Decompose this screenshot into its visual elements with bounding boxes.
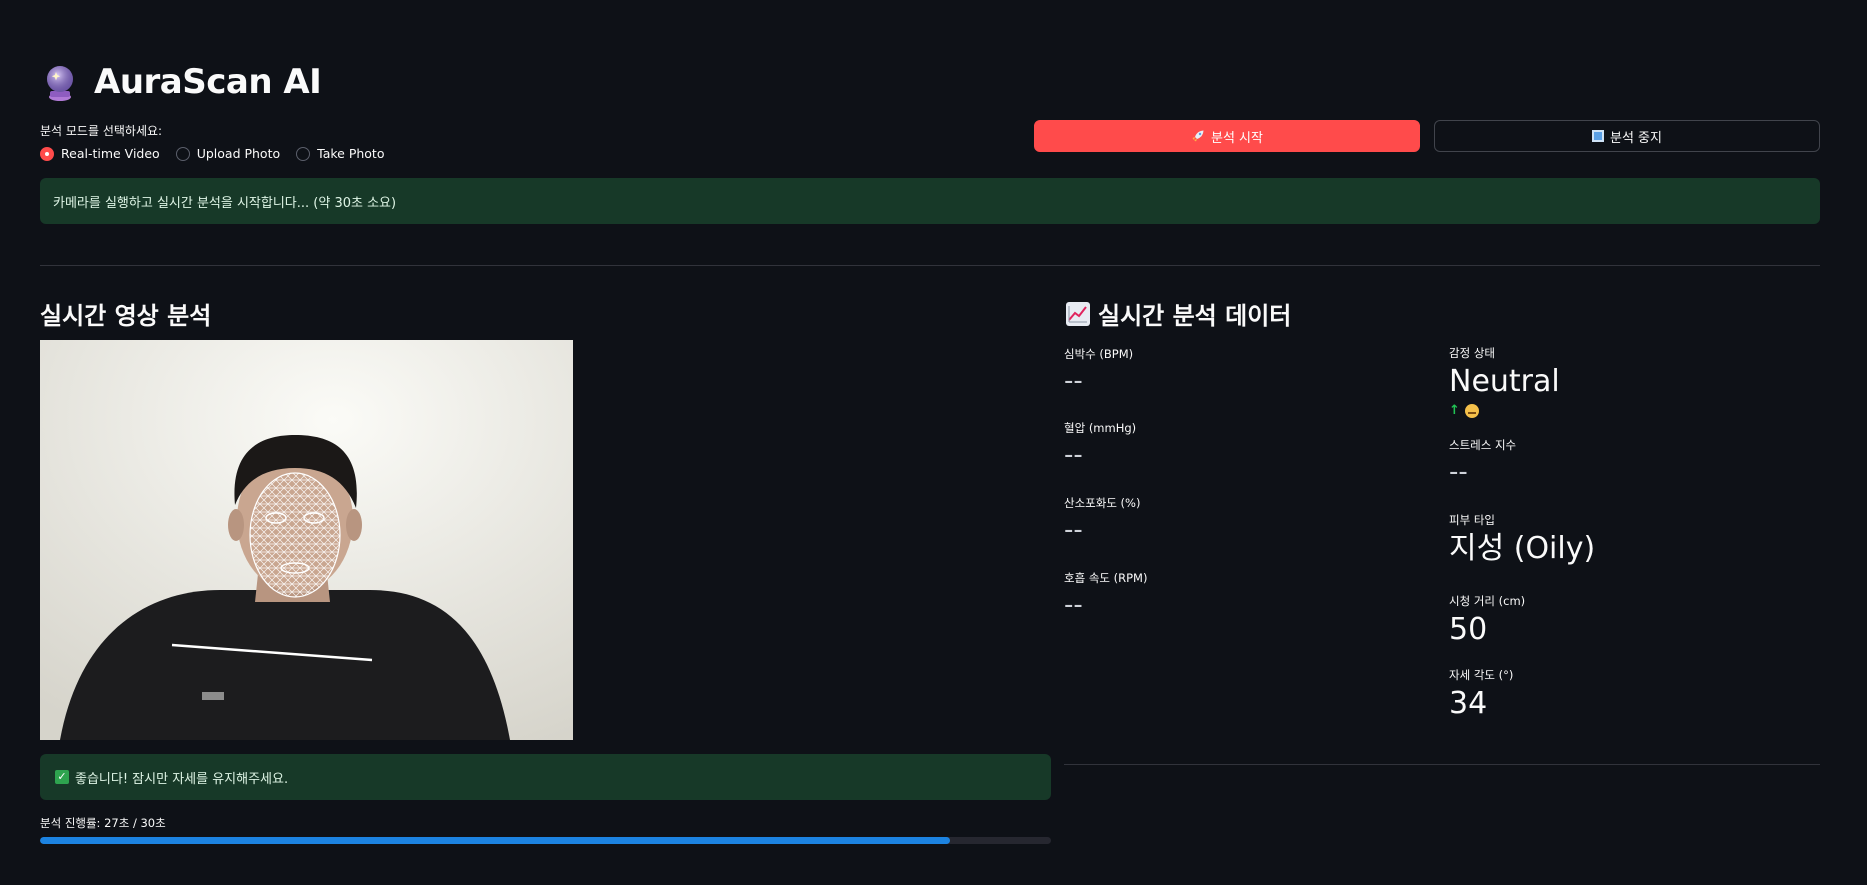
metric-label: 스트레스 지수 (1449, 438, 1517, 452)
video-section-title: 실시간 영상 분석 (40, 296, 211, 331)
progress-bar (40, 837, 1051, 844)
info-banner-text: 카메라를 실행하고 실시간 분석을 시작합니다... (약 30초 소요) (53, 195, 397, 211)
start-button-label: 분석 시작 (1211, 130, 1263, 146)
chart-increasing-icon (1066, 301, 1090, 326)
metric-value: 50 (1449, 612, 1488, 647)
success-banner-text: 좋습니다! 잠시만 자세를 유지해주세요. (75, 771, 289, 787)
stop-analysis-button[interactable]: 분석 중지 (1434, 120, 1820, 152)
metric-value: -- (1064, 366, 1083, 396)
metric-label: 호흡 속도 (RPM) (1064, 571, 1148, 585)
rocket-icon (1192, 130, 1204, 142)
radio-unselected-icon[interactable] (175, 146, 190, 161)
stop-square-icon (1592, 130, 1604, 142)
metric-label: 심박수 (BPM) (1064, 347, 1134, 361)
app-header: AuraScan AI (40, 62, 322, 102)
check-mark-icon: ✓ (55, 770, 69, 784)
divider (40, 265, 1820, 266)
metric-viewing-distance: 시청 거리 (cm) 50 (1449, 593, 1525, 645)
metric-value: -- (1449, 457, 1468, 487)
mode-label: 분석 모드를 선택하세요: (40, 124, 163, 138)
metric-label: 자세 각도 (°) (1449, 668, 1514, 682)
radio-selected-icon[interactable] (40, 146, 54, 161)
data-section-title: 실시간 분석 데이터 (1066, 296, 1291, 331)
radio-label: Upload Photo (196, 146, 281, 161)
metric-value: -- (1064, 590, 1083, 620)
divider (1064, 764, 1820, 765)
grimacing-face-icon (1464, 403, 1479, 418)
crystal-ball-icon (47, 66, 73, 101)
stop-button-label: 분석 중지 (1610, 130, 1662, 146)
metric-label: 피부 타입 (1449, 513, 1495, 527)
metric-label: 산소포화도 (%) (1064, 496, 1141, 510)
metric-value: 지성 (Oily) (1449, 531, 1596, 566)
radio-label: Real-time Video (61, 146, 160, 161)
metric-blood-pressure: 혈압 (mmHg) -- (1064, 420, 1136, 468)
video-feed (40, 340, 573, 740)
metric-oxygen-saturation: 산소포화도 (%) -- (1064, 495, 1140, 543)
metric-emotion: 감정 상태 Neutral ↑ (1449, 345, 1560, 418)
metric-heart-rate: 심박수 (BPM) -- (1064, 346, 1133, 394)
info-banner: 카메라를 실행하고 실시간 분석을 시작합니다... (약 30초 소요) (40, 178, 1820, 224)
metric-stress: 스트레스 지수 -- (1449, 437, 1516, 485)
metric-posture-angle: 자세 각도 (°) 34 (1449, 667, 1513, 719)
radio-upload-photo[interactable]: Upload Photo (175, 146, 281, 161)
video-section-title-text: 실시간 영상 분석 (40, 302, 212, 330)
radio-real-time-video[interactable]: Real-time Video (40, 146, 160, 161)
progress-bar-fill (40, 837, 950, 844)
metric-respiration-rate: 호흡 속도 (RPM) -- (1064, 570, 1147, 618)
metric-value: -- (1064, 515, 1083, 545)
arrow-up-icon: ↑ (1449, 403, 1460, 418)
metric-value: -- (1064, 440, 1083, 470)
metric-label: 시청 거리 (cm) (1449, 594, 1526, 608)
metric-skin-type: 피부 타입 지성 (Oily) (1449, 512, 1595, 564)
radio-unselected-icon[interactable] (296, 146, 311, 161)
page-title: AuraScan AI (94, 62, 322, 102)
success-banner: ✓ 좋습니다! 잠시만 자세를 유지해주세요. (40, 754, 1051, 800)
progress-label: 분석 진행률: 27초 / 30초 (40, 816, 166, 830)
metric-value: Neutral (1449, 364, 1560, 399)
metric-label: 혈압 (mmHg) (1064, 421, 1137, 435)
metric-value: 34 (1449, 686, 1488, 721)
radio-label: Take Photo (317, 146, 385, 161)
mode-radio-group: Real-time Video Upload Photo Take Photo (40, 146, 384, 161)
metric-label: 감정 상태 (1449, 346, 1495, 360)
metric-delta: ↑ (1449, 403, 1560, 418)
start-analysis-button[interactable]: 분석 시작 (1034, 120, 1420, 152)
radio-take-photo[interactable]: Take Photo (296, 146, 384, 161)
data-section-title-text: 실시간 분석 데이터 (1098, 302, 1292, 330)
video-frame-image (40, 340, 573, 740)
